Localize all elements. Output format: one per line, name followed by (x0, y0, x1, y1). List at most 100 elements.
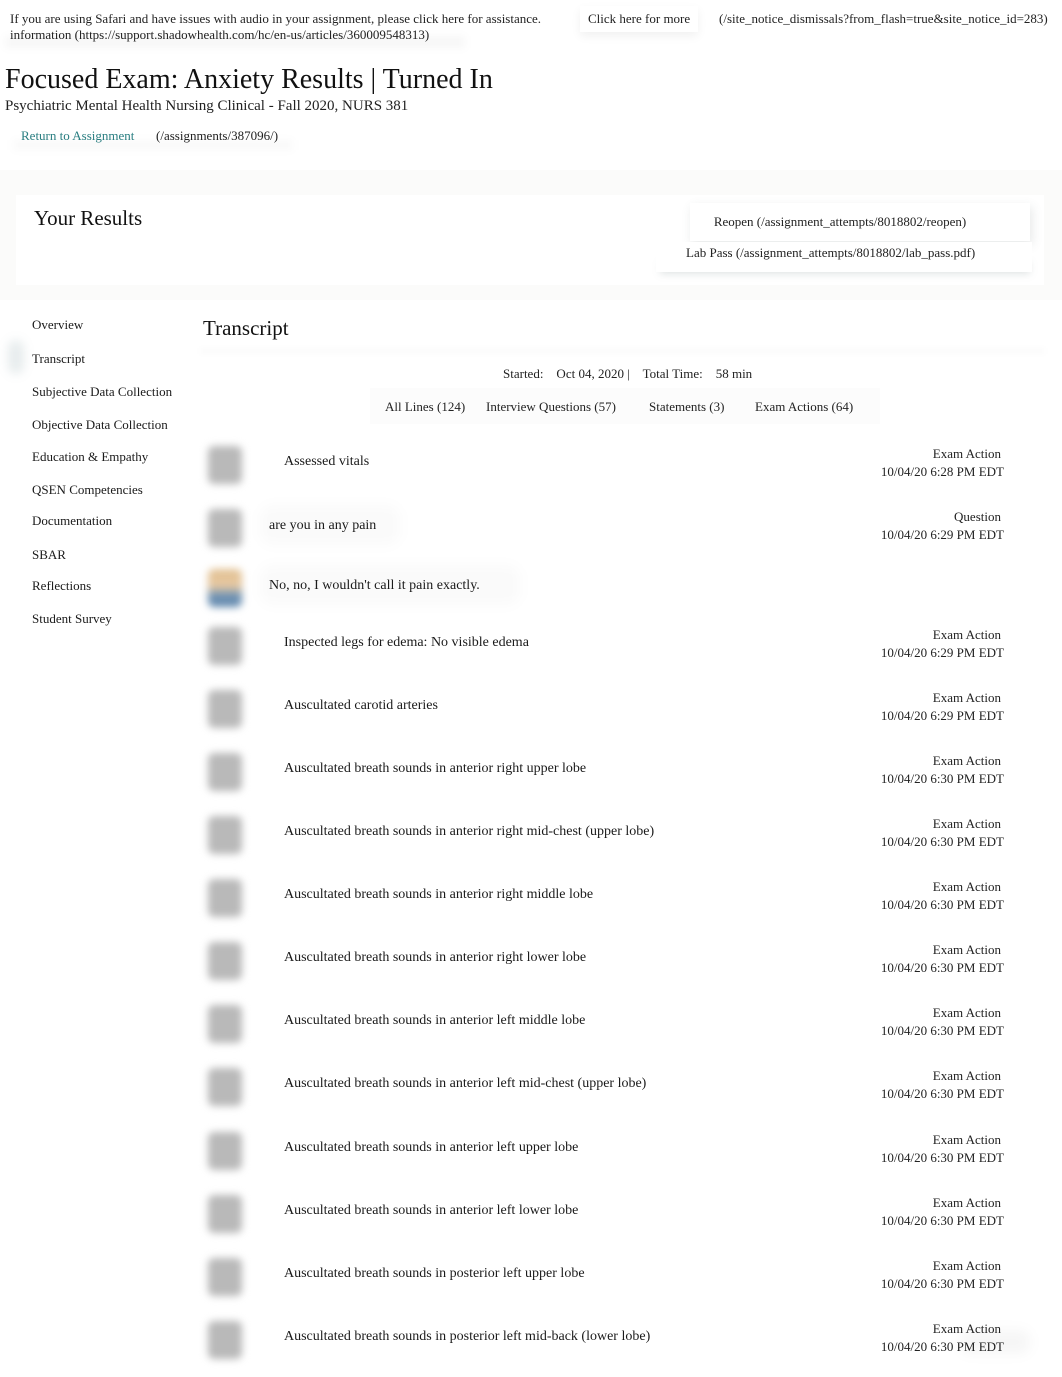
transcript-row: Auscultated breath sounds in posterior l… (200, 1317, 1045, 1377)
row-text: Auscultated breath sounds in anterior ri… (284, 824, 655, 839)
row-type-label: Exam Action (932, 1132, 1001, 1147)
student-avatar-icon (208, 1005, 242, 1043)
student-avatar-icon (208, 753, 242, 791)
row-timestamp: 10/04/20 6:29 PM EDT (880, 645, 1004, 660)
student-avatar-icon (208, 1132, 242, 1170)
transcript-row: are you in any pain Question 10/04/20 6:29… (200, 505, 1045, 565)
row-type-label: Exam Action (932, 879, 1001, 894)
row-type-label: Exam Action (932, 816, 1001, 831)
filter-statements[interactable]: Statements (3) (649, 399, 724, 415)
row-type-label: Exam Action (932, 1005, 1001, 1020)
row-timestamp: 10/04/20 6:30 PM EDT (880, 1086, 1004, 1101)
row-timestamp: 10/04/20 6:30 PM EDT (880, 897, 1004, 912)
row-text: Auscultated carotid arteries (284, 698, 438, 713)
row-timestamp: 10/04/20 6:30 PM EDT (880, 1023, 1004, 1038)
notice-dismiss-link[interactable]: (/site_notice_dismissals?from_flash=true… (719, 11, 1048, 27)
results-title: Your Results (34, 206, 143, 230)
filter-exam-actions[interactable]: Exam Actions (64) (755, 399, 853, 415)
notice-more-link[interactable]: Click here for more (580, 6, 698, 32)
row-text: Auscultated breath sounds in anterior le… (284, 1140, 579, 1155)
transcript-row: No, no, I wouldn't call it pain exactly. (200, 565, 1045, 625)
reopen-button[interactable]: Reopen (/assignment_attempts/8018802/reo… (690, 203, 1030, 241)
student-avatar-icon (208, 509, 242, 547)
transcript-row: Auscultated breath sounds in anterior ri… (200, 938, 1045, 998)
transcript-row: Inspected legs for edema: No visible ede… (200, 623, 1045, 683)
notice-divider (5, 36, 465, 48)
student-avatar-icon (208, 627, 242, 665)
patient-avatar-icon (208, 569, 242, 607)
student-avatar-icon (208, 1321, 242, 1359)
row-timestamp: 10/04/20 6:30 PM EDT (880, 1150, 1004, 1165)
transcript-row: Auscultated breath sounds in anterior le… (200, 1128, 1045, 1188)
filter-all-lines[interactable]: All Lines (124) (385, 399, 465, 415)
row-text: Auscultated breath sounds in anterior le… (284, 1203, 579, 1218)
row-type-label: Exam Action (932, 1068, 1001, 1083)
student-avatar-icon (208, 1068, 242, 1106)
sidebar-item-subjective-data-collection[interactable]: Subjective Data Collection (32, 384, 172, 400)
student-avatar-icon (208, 816, 242, 854)
row-type-label: Question (954, 509, 1001, 524)
page-title: Focused Exam: Anxiety Results | Turned I… (5, 64, 493, 95)
lab-pass-label: Lab Pass (/assignment_attempts/8018802/l… (686, 245, 976, 260)
row-type-label: Exam Action (932, 690, 1001, 705)
row-timestamp: 10/04/20 6:29 PM EDT (880, 708, 1004, 723)
transcript-row: Auscultated breath sounds in anterior le… (200, 1064, 1045, 1124)
sidebar-item-overview[interactable]: Overview (32, 317, 83, 333)
row-text: Auscultated breath sounds in anterior le… (284, 1076, 647, 1091)
student-avatar-icon (208, 1258, 242, 1296)
transcript-row: Assessed vitals Exam Action 10/04/20 6:28 … (200, 442, 1045, 502)
row-text: Auscultated breath sounds in anterior ri… (284, 950, 587, 965)
student-avatar-icon (208, 1195, 242, 1233)
transcript-row: Auscultated breath sounds in posterior l… (200, 1254, 1045, 1314)
row-type-label: Exam Action (932, 753, 1001, 768)
transcript-row: Auscultated breath sounds in anterior le… (200, 1001, 1045, 1061)
transcript-row: Auscultated carotid arteries Exam Action 1… (200, 686, 1045, 746)
row-text: Auscultated breath sounds in anterior ri… (284, 887, 594, 902)
sidebar-nav: Overview Transcript Subjective Data Coll… (14, 305, 186, 635)
transcript-meta: Started: Oct 04, 2020 | Total Time: 58 m… (503, 366, 753, 381)
row-text: Assessed vitals (284, 454, 370, 469)
row-type-label: Exam Action (932, 446, 1001, 461)
row-timestamp: 10/04/20 6:30 PM EDT (880, 960, 1004, 975)
student-avatar-icon (208, 942, 242, 980)
sidebar-item-sbar[interactable]: SBAR (32, 547, 66, 563)
row-text: Auscultated breath sounds in anterior le… (284, 1013, 586, 1028)
student-avatar-icon (208, 690, 242, 728)
student-avatar-icon (208, 446, 242, 484)
sidebar-item-objective-data-collection[interactable]: Objective Data Collection (32, 417, 168, 433)
row-type-label: Exam Action (932, 1195, 1001, 1210)
transcript-row: Auscultated breath sounds in anterior le… (200, 1191, 1045, 1251)
filter-interview-questions[interactable]: Interview Questions (57) (486, 399, 616, 415)
row-timestamp: 10/04/20 6:30 PM EDT (880, 1276, 1004, 1291)
transcript-title: Transcript (203, 316, 289, 340)
row-type-label: Exam Action (932, 942, 1001, 957)
title-divider (200, 348, 1045, 354)
reopen-label: Reopen (/assignment_attempts/8018802/reo… (713, 214, 967, 229)
row-timestamp: 10/04/20 6:30 PM EDT (880, 771, 1004, 786)
scroll-shadow (960, 1330, 1030, 1354)
sidebar-item-documentation[interactable]: Documentation (32, 513, 112, 529)
row-type-label: Exam Action (932, 627, 1001, 642)
lab-pass-button[interactable]: Lab Pass (/assignment_attempts/8018802/l… (656, 242, 1032, 272)
sidebar-item-qsen-competencies[interactable]: QSEN Competencies (32, 482, 143, 498)
student-avatar-icon (208, 879, 242, 917)
row-text: Auscultated breath sounds in posterior l… (284, 1266, 585, 1281)
row-timestamp: 10/04/20 6:30 PM EDT (880, 834, 1004, 849)
sidebar-item-education-empathy[interactable]: Education & Empathy (32, 449, 148, 465)
course-subtitle: Psychiatric Mental Health Nursing Clinic… (5, 98, 409, 114)
sidebar-item-transcript[interactable]: Transcript (32, 351, 85, 367)
sidebar-item-reflections[interactable]: Reflections (32, 578, 91, 594)
row-text: Inspected legs for edema: No visible ede… (284, 635, 529, 650)
sidebar-item-student-survey[interactable]: Student Survey (32, 611, 112, 627)
transcript-row: Auscultated breath sounds in anterior ri… (200, 812, 1045, 872)
row-timestamp: 10/04/20 6:29 PM EDT (880, 527, 1004, 542)
transcript-row: Auscultated breath sounds in anterior ri… (200, 875, 1045, 935)
site-notice: If you are using Safari and have issues … (0, 0, 1062, 50)
row-text: No, no, I wouldn't call it pain exactly. (269, 578, 480, 593)
return-link-shadow (13, 140, 293, 150)
transcript-row: Auscultated breath sounds in anterior ri… (200, 749, 1045, 809)
row-text: Auscultated breath sounds in anterior ri… (284, 761, 587, 776)
row-type-label: Exam Action (932, 1258, 1001, 1273)
row-timestamp: 10/04/20 6:28 PM EDT (880, 464, 1004, 479)
row-text: are you in any pain (269, 518, 377, 533)
